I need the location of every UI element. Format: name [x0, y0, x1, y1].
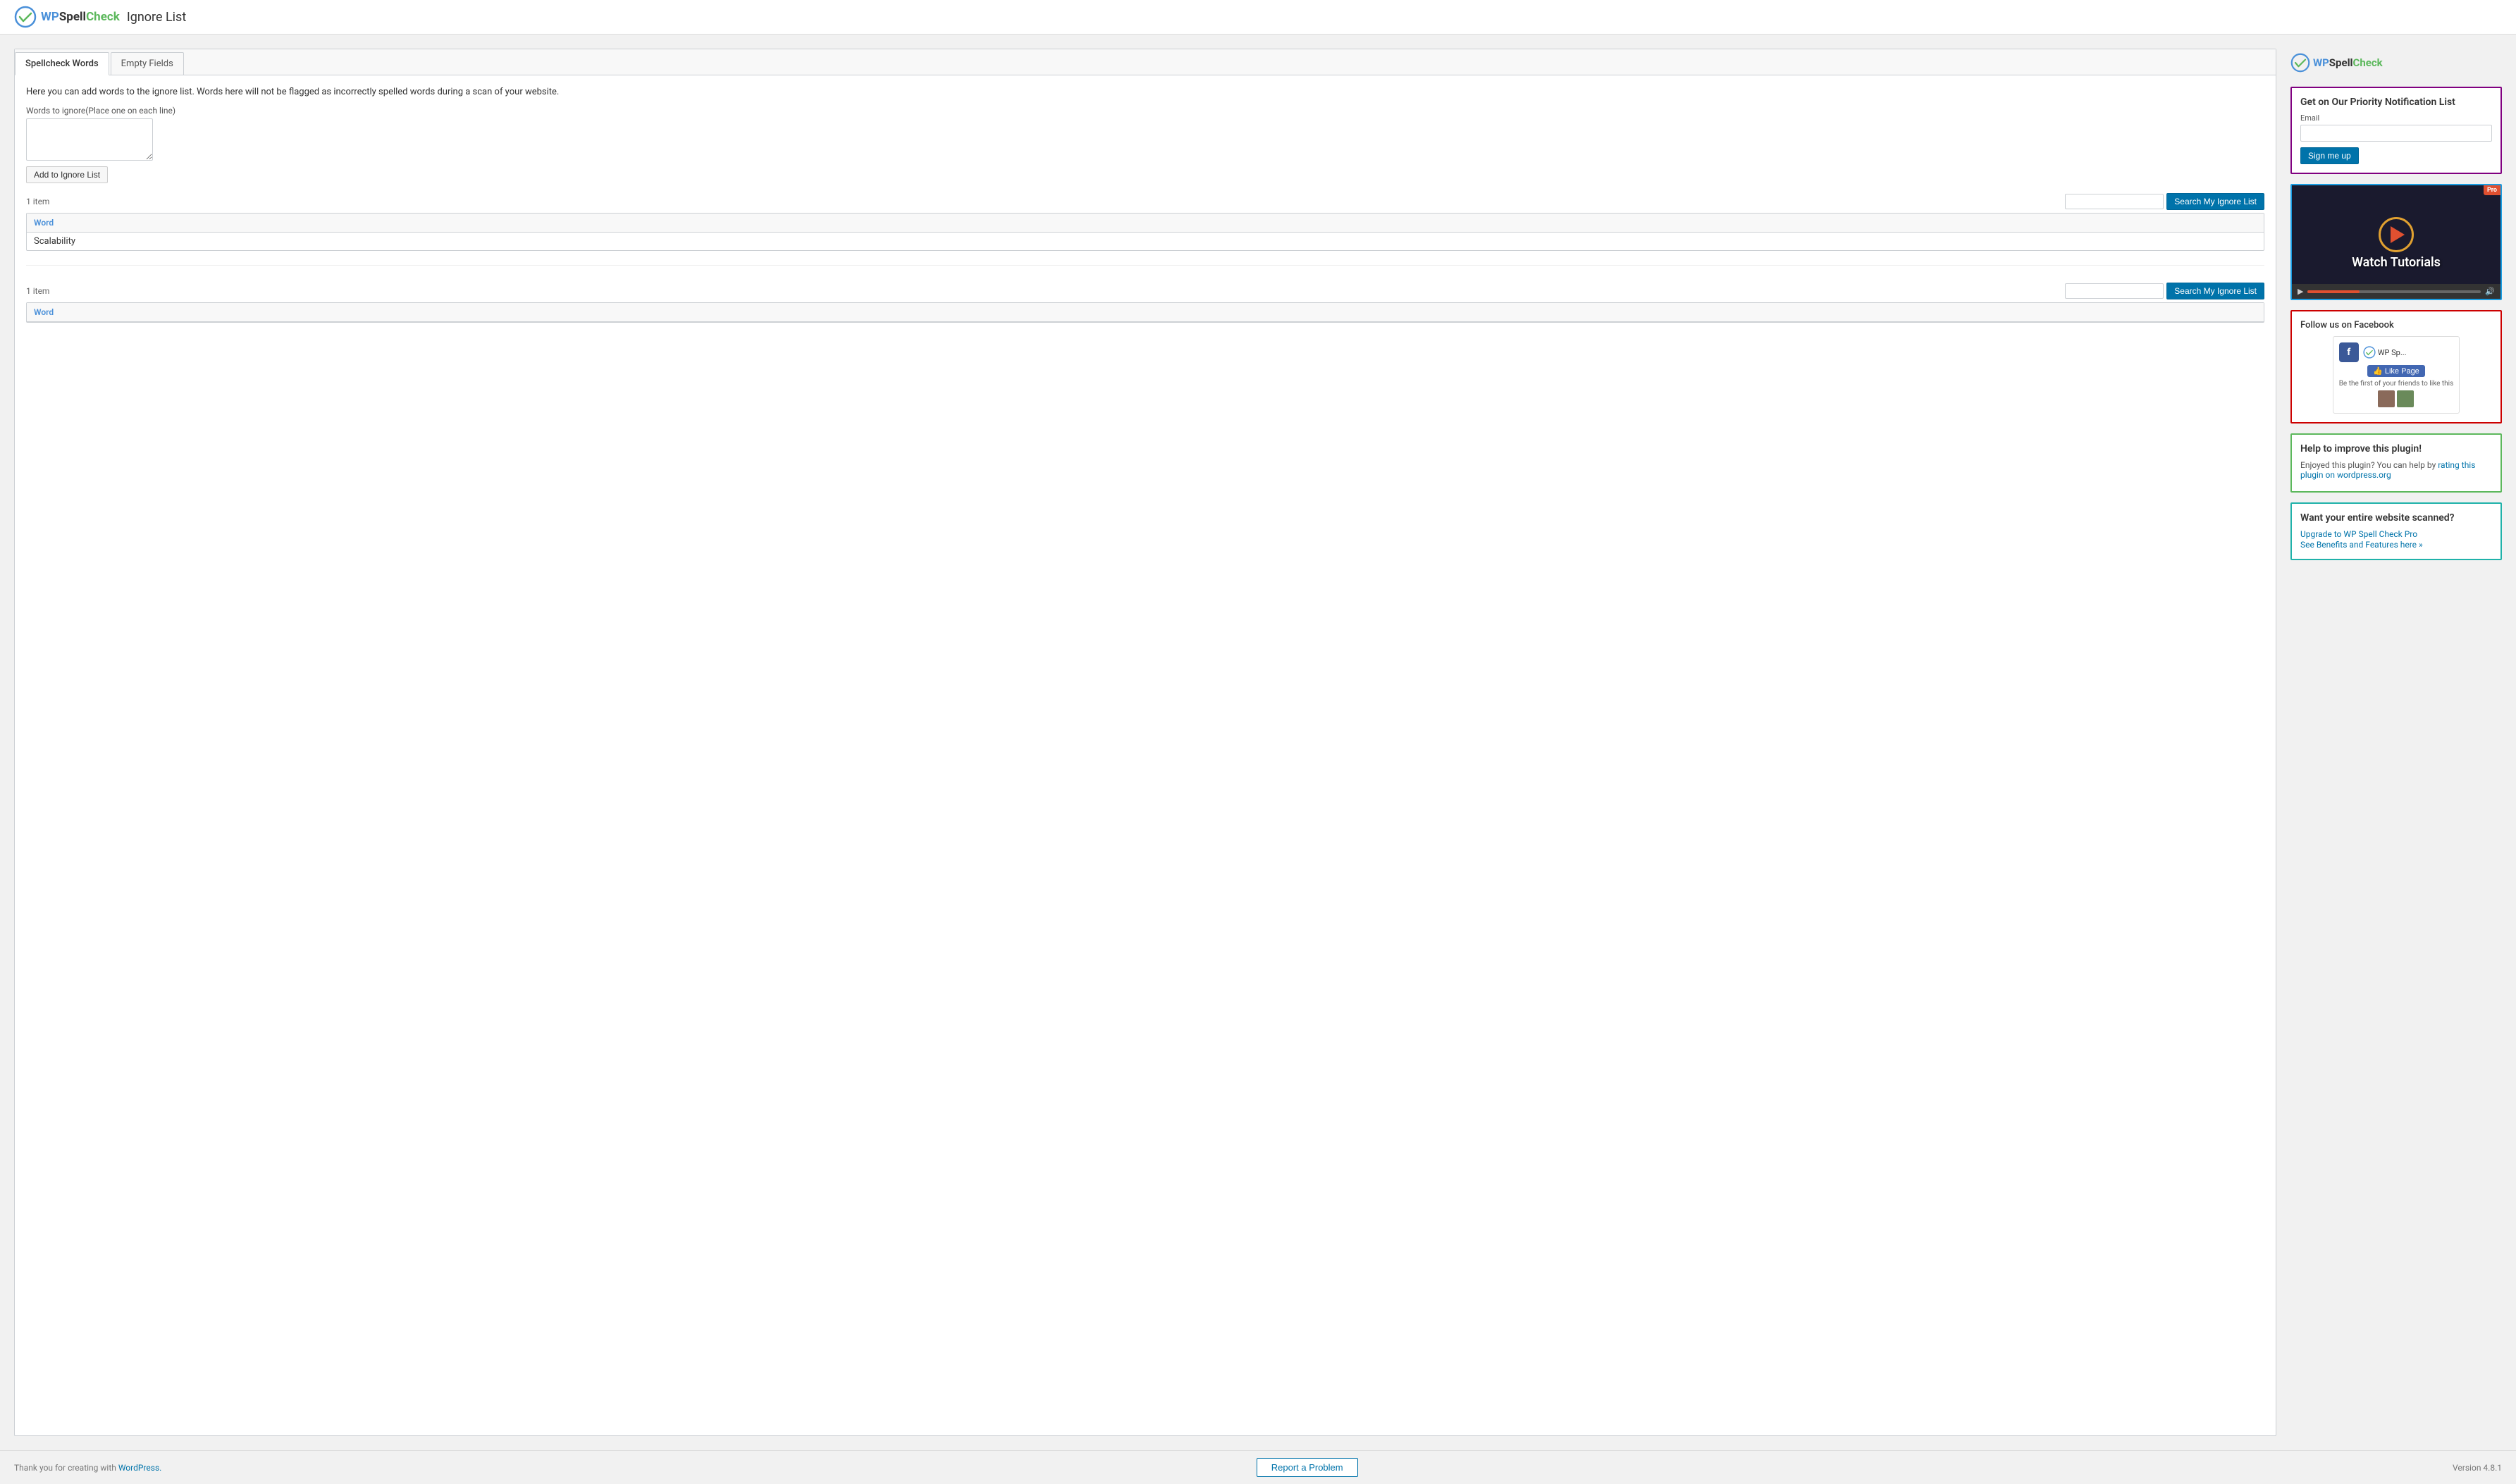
help-text: Enjoyed this plugin? You can help by rat… [2300, 460, 2492, 480]
description-text: Here you can add words to the ignore lis… [26, 87, 2264, 97]
fb-avatars [2339, 390, 2454, 407]
sidebar-logo-icon [2290, 53, 2310, 73]
watch-tutorials-label: Watch Tutorials [2352, 255, 2441, 270]
search-my-ignore-list-button-2[interactable]: Search My Ignore List [2166, 283, 2264, 299]
video-controls: ▶ 🔊 [2292, 284, 2500, 299]
page-title: Ignore List [127, 10, 186, 25]
logo-text: WPSpellCheck [41, 10, 120, 24]
wpspellcheck-logo-icon [14, 6, 37, 28]
table-row: Scalability [27, 233, 2264, 250]
fb-avatar-1 [2378, 390, 2395, 407]
play-button[interactable] [2379, 217, 2414, 252]
words-label: Words to ignore(Place one on each line) [26, 106, 2264, 116]
facebook-widget: Follow us on Facebook f WP Sp... 👍 [2290, 310, 2502, 423]
video-thumbnail[interactable]: Pro Watch Tutorials [2292, 185, 2500, 284]
video-widget: Pro Watch Tutorials ▶ 🔊 [2290, 184, 2502, 300]
notification-title: Get on Our Priority Notification List [2300, 97, 2492, 108]
pro-badge: Pro [2484, 185, 2500, 195]
add-to-ignore-list-button[interactable]: Add to Ignore List [26, 166, 108, 183]
video-progress-bar[interactable] [2307, 290, 2481, 293]
table1-header: 1 item Search My Ignore List [26, 193, 2264, 210]
table1-column-header[interactable]: Word [27, 214, 2264, 233]
logo-area: WPSpellCheck Ignore List [14, 6, 186, 28]
table2-search-area: Search My Ignore List [2065, 283, 2264, 299]
section-divider [26, 265, 2264, 273]
panel-body: Here you can add words to the ignore lis… [15, 75, 2276, 334]
upgrade-widget: Want your entire website scanned? Upgrad… [2290, 502, 2502, 560]
sign-me-up-button[interactable]: Sign me up [2300, 147, 2359, 164]
fb-avatar-2 [2397, 390, 2414, 407]
help-widget: Help to improve this plugin! Enjoyed thi… [2290, 433, 2502, 493]
help-title: Help to improve this plugin! [2300, 443, 2492, 455]
search-ignore-list-input-2[interactable] [2065, 283, 2164, 299]
footer-thank-you: Thank you for creating with WordPress. [14, 1463, 161, 1473]
table1-search-area: Search My Ignore List [2065, 193, 2264, 210]
fb-thumbs-icon: 👍 [2373, 366, 2383, 376]
fb-check-icon: WP Sp... [2363, 346, 2407, 359]
fb-friends-text: Be the first of your friends to like thi… [2339, 380, 2454, 388]
upgrade-title: Want your entire website scanned? [2300, 512, 2492, 524]
version-text: Version 4.8.1 [2453, 1463, 2502, 1473]
main-panel: Spellcheck Words Empty Fields Here you c… [14, 49, 2276, 1436]
page-header: WPSpellCheck Ignore List [0, 0, 2516, 35]
right-sidebar: WPSpellCheck Get on Our Priority Notific… [2290, 49, 2502, 1436]
search-my-ignore-list-button-1[interactable]: Search My Ignore List [2166, 193, 2264, 210]
upgrade-link[interactable]: Upgrade to WP Spell Check Pro [2300, 529, 2417, 539]
sidebar-logo: WPSpellCheck [2290, 49, 2502, 77]
tabs-bar: Spellcheck Words Empty Fields [15, 49, 2276, 75]
benefits-link[interactable]: See Benefits and Features here » [2300, 540, 2423, 550]
tab-spellcheck-words[interactable]: Spellcheck Words [15, 52, 109, 75]
notification-widget: Get on Our Priority Notification List Em… [2290, 87, 2502, 174]
facebook-box: f WP Sp... 👍 Like Page Be the first of y… [2333, 336, 2460, 414]
sidebar-logo-text: WPSpellCheck [2313, 56, 2383, 69]
fb-logo-row: f WP Sp... [2339, 342, 2454, 362]
email-input[interactable] [2300, 125, 2492, 142]
table2-header: 1 item Search My Ignore List [26, 283, 2264, 299]
video-volume-icon[interactable]: 🔊 [2485, 287, 2495, 296]
table2-item-count: 1 item [26, 286, 49, 296]
facebook-like-button[interactable]: 👍 Like Page [2367, 365, 2425, 377]
facebook-follow-area: f WP Sp... 👍 Like Page Be the first of y… [2300, 336, 2492, 414]
email-label: Email [2300, 113, 2492, 123]
table1-item-count: 1 item [26, 197, 49, 206]
play-icon [2391, 226, 2405, 243]
search-ignore-list-input-1[interactable] [2065, 194, 2164, 209]
facebook-title: Follow us on Facebook [2300, 320, 2492, 330]
tab-empty-fields[interactable]: Empty Fields [111, 52, 184, 75]
words-textarea[interactable] [26, 118, 153, 161]
page-footer: Thank you for creating with WordPress. R… [0, 1450, 2516, 1484]
table2-wrap: Word [26, 302, 2264, 323]
wordpress-link[interactable]: WordPress. [118, 1463, 161, 1473]
report-btn-wrap: Report a Problem [1257, 1458, 1358, 1477]
video-play-icon[interactable]: ▶ [2298, 287, 2303, 296]
report-problem-button[interactable]: Report a Problem [1257, 1458, 1358, 1477]
facebook-icon: f [2339, 342, 2359, 362]
table2-column-header[interactable]: Word [27, 303, 2264, 322]
table1-wrap: Word Scalability [26, 213, 2264, 251]
video-progress-fill [2307, 290, 2360, 293]
